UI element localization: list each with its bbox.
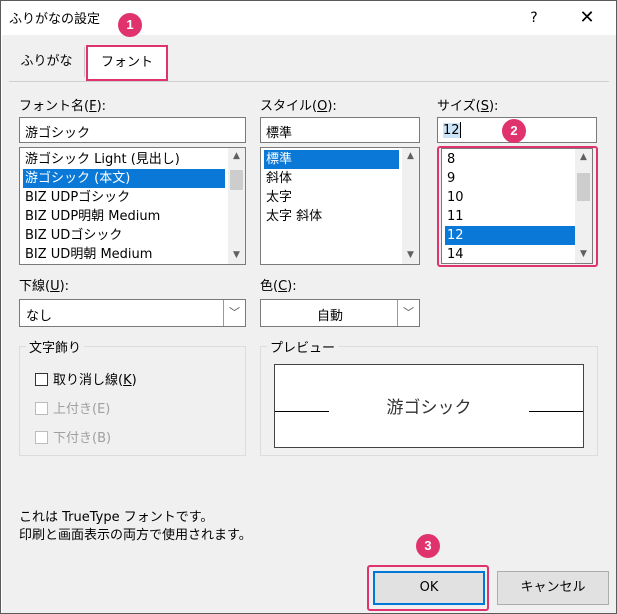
size-list-highlight [437,146,598,267]
scroll-down-icon[interactable]: ▼ [402,247,419,264]
list-item[interactable]: 斜体 [264,169,292,188]
underline-label: 下線(U): [19,279,70,294]
size-input-value: 12 [443,122,460,138]
list-item[interactable]: BIZ UD明朝 Medium [23,245,152,264]
close-icon[interactable]: ✕ [574,5,600,31]
step-badge-3: 3 [416,534,440,558]
subscript-label: 下付き(B) [53,431,112,446]
list-item[interactable]: BIZ UDゴシック [23,226,122,245]
title-bar: ふりがなの設定 ? ✕ [1,1,616,35]
font-name-input[interactable]: 游ゴシック [19,117,246,143]
style-input[interactable]: 標準 [260,117,420,143]
scroll-up-icon[interactable]: ▲ [402,148,419,165]
effects-legend: 文字飾り [26,337,85,356]
style-label: スタイル(O): [260,99,337,114]
font-dialog: ふりがなの設定 ? ✕ ふりがな フォント フォント名(F): 游ゴシック 游ゴ… [0,0,617,614]
size-label: サイズ(S): [437,99,499,114]
list-item[interactable]: 太字 斜体 [264,207,322,226]
step-badge-2: 2 [502,119,526,143]
font-info-text: これは TrueType フォントです。 印刷と画面表示の両方で使用されます。 [19,509,252,545]
list-item[interactable]: 太字 [264,188,292,207]
color-select[interactable]: 自動 ﹀ [260,299,420,327]
scroll-up-icon[interactable]: ▲ [228,148,245,165]
style-list[interactable]: 標準 斜体 太字 太字 斜体 ▲ ▼ [260,147,420,265]
chevron-down-icon[interactable]: ﹀ [223,300,245,326]
font-info-line1: これは TrueType フォントです。 [19,510,214,525]
scroll-thumb[interactable] [230,170,243,190]
superscript-checkbox: 上付き(E) [35,398,110,418]
font-name-list[interactable]: 游ゴシック Light (見出し) 游ゴシック (本文) BIZ UDPゴシック… [19,147,246,265]
color-label: 色(C): [260,279,297,294]
preview-box: 游ゴシック [274,364,584,448]
preview-sample-text: 游ゴシック [386,398,472,418]
color-value: 自動 [317,309,344,324]
text-caret [459,122,461,138]
list-item[interactable]: 游ゴシック (本文) [23,169,225,188]
ok-button-highlight [367,565,489,611]
checkbox-box [35,431,48,444]
scroll-down-icon[interactable]: ▼ [228,247,245,264]
list-item[interactable]: 游ゴシック Light (見出し) [23,150,180,169]
cancel-button[interactable]: キャンセル [497,571,609,605]
step-badge-1: 1 [118,13,142,37]
checkbox-box [35,402,48,415]
help-icon[interactable]: ? [521,5,547,31]
list-item[interactable]: BIZ UDPゴシック [23,188,130,207]
scrollbar[interactable]: ▲ ▼ [228,148,245,264]
tab-font[interactable]: フォント [86,45,168,81]
window-title: ふりがなの設定 [9,12,101,27]
chevron-down-icon[interactable]: ﹀ [397,300,419,326]
superscript-label: 上付き(E) [53,402,111,417]
checkbox-box[interactable] [35,373,48,386]
underline-value: なし [26,309,53,324]
preview-legend: プレビュー [267,337,339,356]
strikethrough-checkbox[interactable]: 取り消し線(K) [35,369,137,389]
scrollbar[interactable]: ▲ ▼ [402,148,419,264]
baseline-right [529,411,583,412]
subscript-checkbox: 下付き(B) [35,427,111,447]
font-name-label: フォント名(F): [19,99,107,114]
list-item[interactable]: BIZ UDP明朝 Medium [23,207,160,226]
list-item[interactable]: 標準 [264,150,399,169]
font-info-line2: 印刷と画面表示の両方で使用されます。 [19,528,252,543]
tab-furigana[interactable]: ふりがな [9,47,85,77]
underline-select[interactable]: なし ﹀ [19,299,246,327]
